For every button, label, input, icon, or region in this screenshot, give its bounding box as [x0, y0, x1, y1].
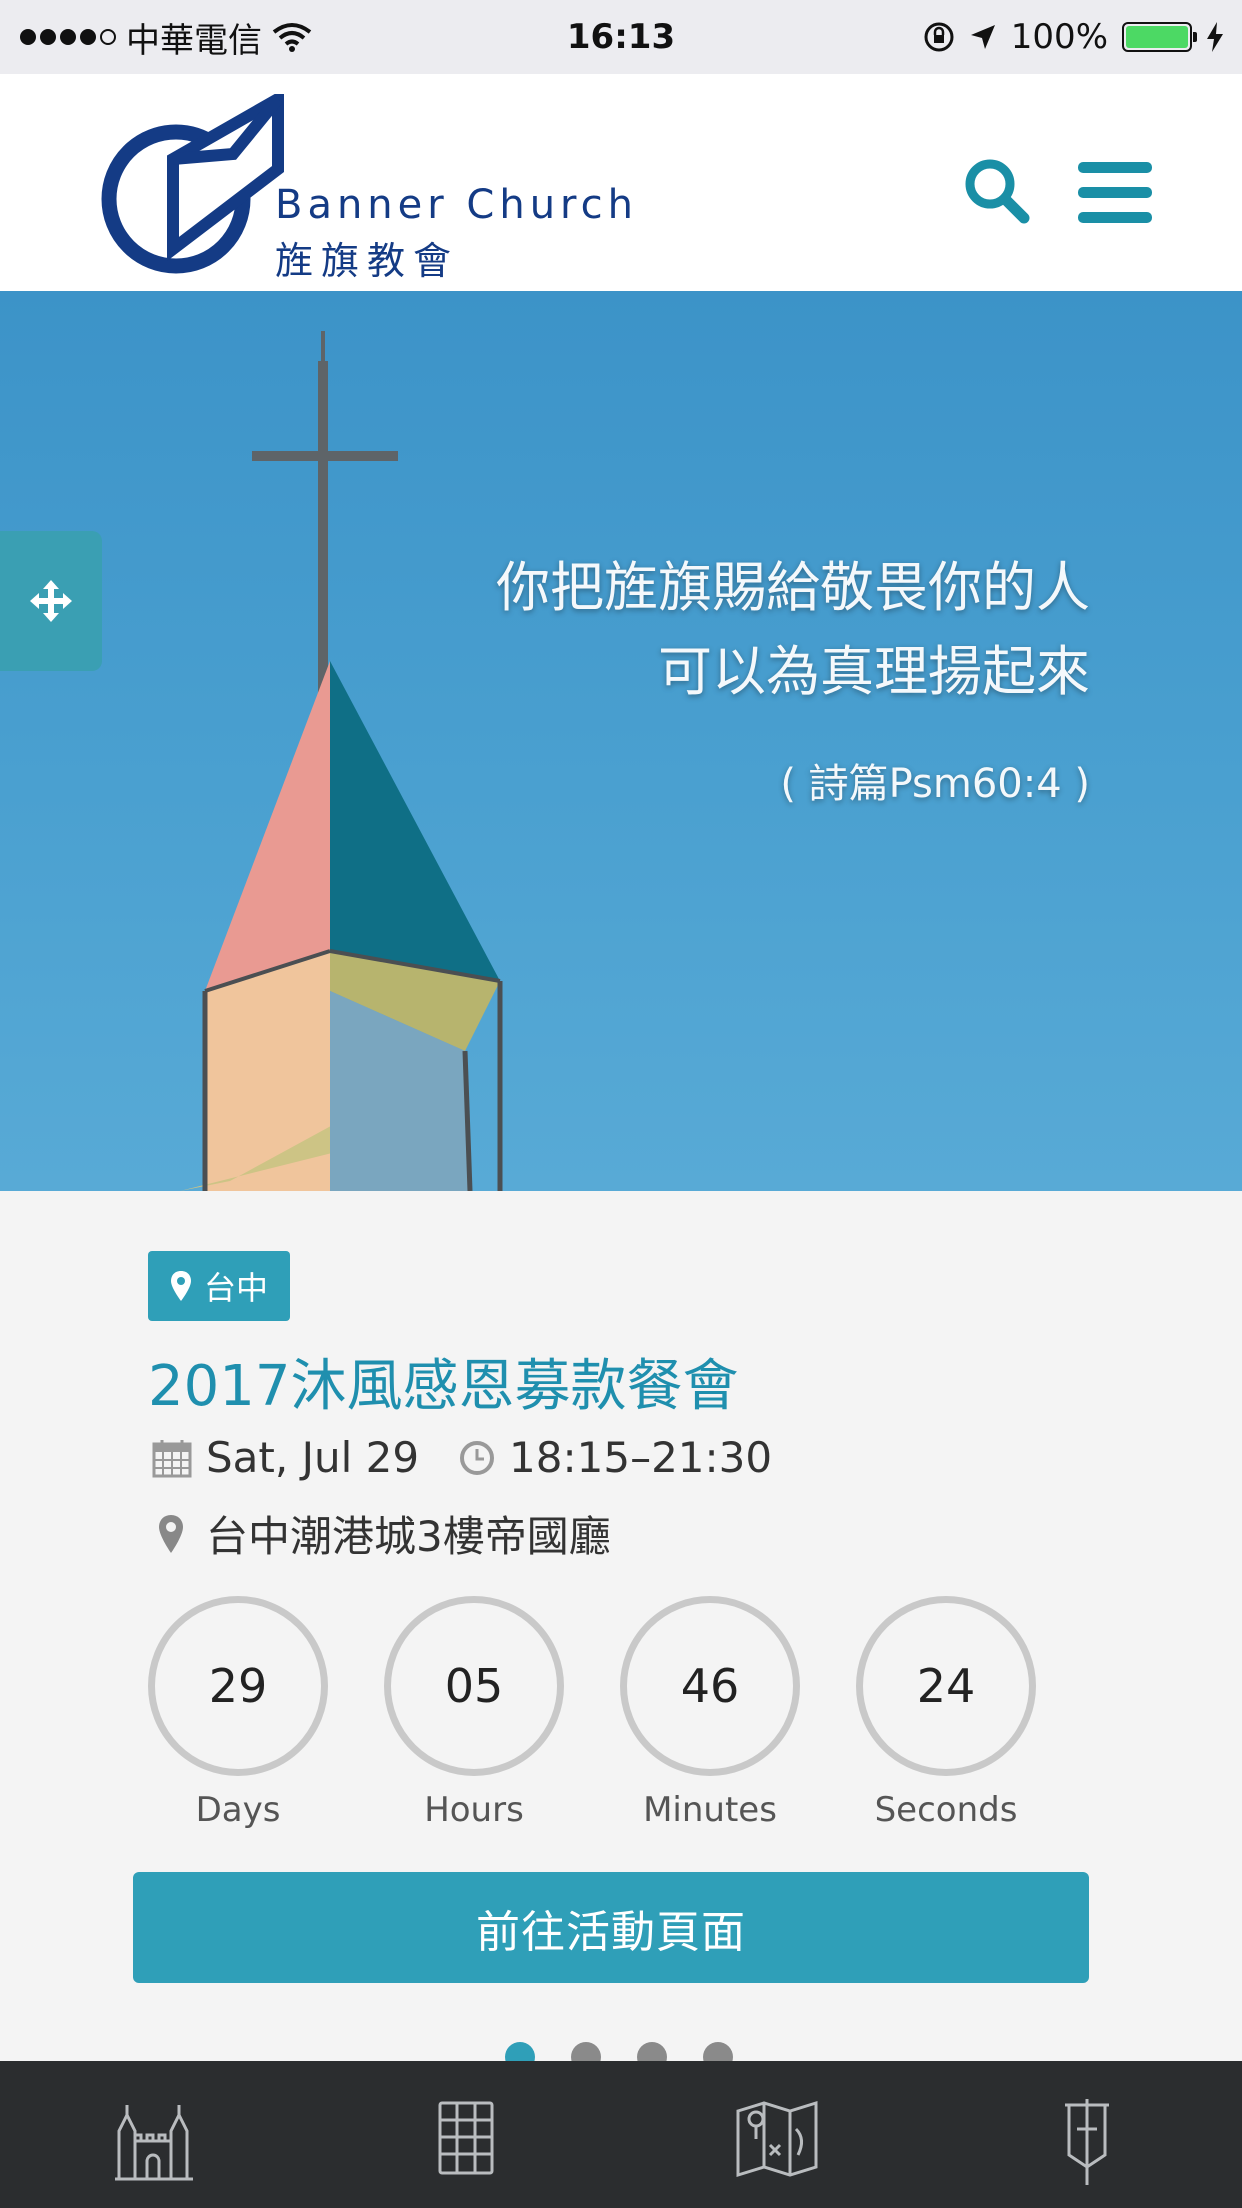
location-arrow-icon: [970, 25, 995, 49]
countdown-seconds-value: 24: [856, 1596, 1036, 1776]
countdown-days: 29 Days: [148, 1596, 328, 1830]
banner-church-logo-icon[interactable]: [98, 94, 288, 274]
grid-icon[interactable]: [438, 2101, 494, 2175]
event-section: 台中 2017沐風感恩募款餐會 Sat, Jul 29 18:15–21:30 …: [0, 1191, 1242, 2072]
rotation-lock-icon: [924, 22, 954, 52]
hero-banner[interactable]: 你把旌旗賜給敬畏你的人 可以為真理揚起來 ( 詩篇Psm60:4 ): [0, 291, 1242, 1191]
clock-icon: [460, 1440, 495, 1475]
countdown-hours: 05 Hours: [384, 1596, 564, 1830]
hero-quote: 你把旌旗賜給敬畏你的人 可以為真理揚起來: [496, 546, 1090, 714]
countdown-minutes-label: Minutes: [643, 1790, 777, 1830]
countdown-minutes: 46 Minutes: [620, 1596, 800, 1830]
event-venue: 台中潮港城3樓帝國廳: [158, 1503, 611, 1564]
location-badge-label: 台中: [204, 1269, 269, 1307]
countdown-hours-value: 05: [384, 1596, 564, 1776]
menu-icon[interactable]: [1078, 160, 1152, 226]
location-badge[interactable]: 台中: [148, 1251, 291, 1321]
banner-icon[interactable]: [1062, 2097, 1112, 2187]
event-title[interactable]: 2017沐風感恩募款餐會: [148, 1341, 739, 1422]
countdown-seconds: 24 Seconds: [856, 1596, 1036, 1830]
move-arrows-icon: [30, 580, 72, 622]
countdown-minutes-value: 46: [620, 1596, 800, 1776]
event-time: 18:15–21:30: [509, 1433, 773, 1482]
event-datetime: Sat, Jul 29 18:15–21:30: [152, 1433, 772, 1482]
map-icon[interactable]: [736, 2099, 818, 2179]
map-pin-icon: [159, 1514, 183, 1553]
countdown-days-label: Days: [195, 1790, 281, 1830]
event-venue-label: 台中潮港城3樓帝國廳: [206, 1512, 611, 1561]
site-header: Banner Church 旌旗教會: [0, 74, 1242, 291]
countdown-seconds-label: Seconds: [874, 1790, 1018, 1830]
logo-chinese: 旌旗教會: [275, 239, 460, 283]
event-date: Sat, Jul 29: [206, 1433, 420, 1482]
church-spire-image: [180, 331, 503, 1191]
go-to-event-button[interactable]: 前往活動頁面: [133, 1872, 1089, 1983]
status-bar: 中華電信 16:13 100%: [0, 0, 1242, 74]
logo-english: Banner Church: [275, 182, 638, 228]
calendar-icon: [152, 1439, 192, 1477]
church-icon[interactable]: [115, 2101, 195, 2181]
charging-icon: [1207, 22, 1223, 52]
drag-handle[interactable]: [0, 531, 102, 671]
bottom-tab-bar: [0, 2061, 1242, 2208]
countdown-hours-label: Hours: [424, 1790, 524, 1830]
countdown-days-value: 29: [148, 1596, 328, 1776]
search-icon[interactable]: [964, 158, 1030, 224]
hero-scripture-reference: ( 詩篇Psm60:4 ): [780, 761, 1090, 807]
hero-quote-line-1: 你把旌旗賜給敬畏你的人: [496, 556, 1090, 619]
map-pin-icon: [171, 1271, 191, 1301]
status-right: 100%: [923, 0, 1224, 74]
hero-quote-line-2: 可以為真理揚起來: [658, 640, 1090, 703]
battery-icon: [1122, 22, 1197, 52]
battery-percent: 100%: [1010, 17, 1108, 57]
